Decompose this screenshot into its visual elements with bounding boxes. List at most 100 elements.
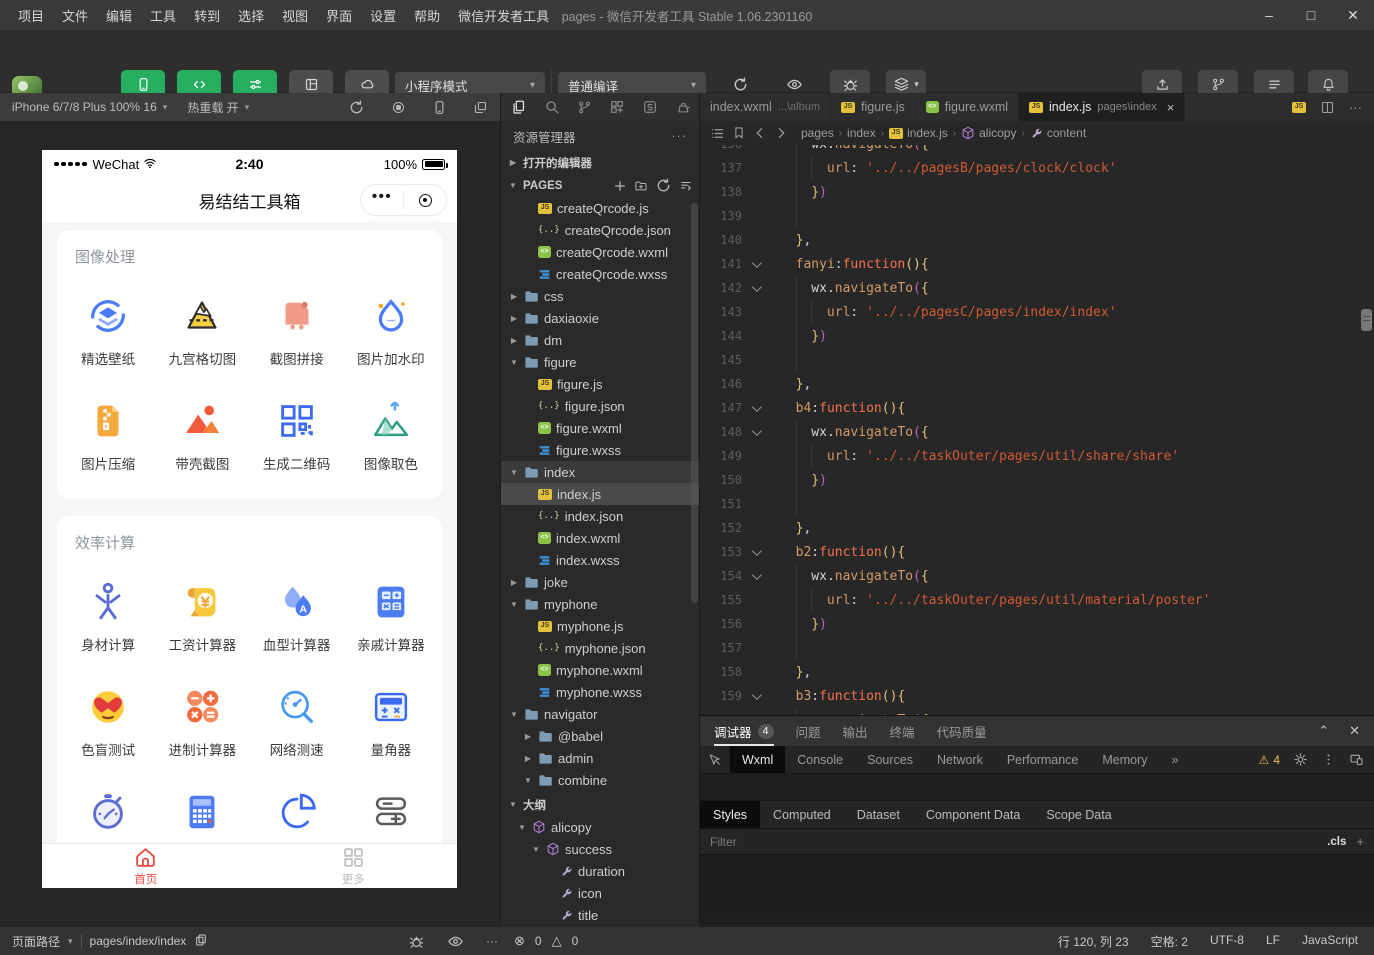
close-button[interactable]: ✕ [1332,0,1374,30]
debugger-tab-问题[interactable]: 问题 [796,716,821,746]
preview-eye-icon[interactable] [447,933,464,950]
pages-collapse-icon[interactable] [679,177,693,194]
grid-item-血型计算器[interactable]: A血型计算器 [250,561,344,666]
outline-list-icon[interactable] [710,126,725,141]
tree-item-admin[interactable]: ▶admin [501,747,699,769]
editor-tab-index.js[interactable]: JSindex.jspages\index× [1019,93,1185,121]
tree-item-createQrcode.json[interactable]: {..}createQrcode.json [501,219,699,241]
forward-icon[interactable] [774,126,788,140]
minimize-button[interactable]: – [1248,0,1290,30]
grid-item-带壳截图[interactable]: 带壳截图 [155,380,249,485]
filter-input[interactable]: Filter [710,835,1327,849]
pages-plus-icon[interactable] [613,177,627,194]
breadcrumb-item-content[interactable]: content [1030,126,1086,140]
add-rule-button[interactable]: + [1356,834,1364,849]
sim-reload-icon[interactable] [348,99,365,116]
styles-tab-Scope Data[interactable]: Scope Data [1033,801,1124,828]
grid-item-亲戚计算器[interactable]: 亲戚计算器 [344,561,438,666]
back-icon[interactable] [753,126,767,140]
editor-tab-figure.js[interactable]: JSfigure.js [831,93,916,121]
exit-miniprogram-button[interactable] [404,194,446,207]
editor-tab-index.wxml[interactable]: index.wxml...\album [700,93,831,121]
device-selector[interactable]: iPhone 6/7/8 Plus 100% 16 [12,100,157,114]
grid-item-九宫格切图[interactable]: 九宫格切图 [155,275,249,380]
outline-section[interactable]: ▼ 大纲 [501,793,699,816]
close-icon[interactable]: × [1167,100,1175,115]
outline-item-icon[interactable]: icon [501,882,699,904]
tree-item-createQrcode.wxml[interactable]: <>createQrcode.wxml [501,241,699,263]
tree-item-css[interactable]: ▶css [501,285,699,307]
menu-item-9[interactable]: 帮助 [406,2,448,29]
more-actions-icon[interactable]: ··· [672,129,688,143]
status-item-4[interactable]: JavaScript [1302,933,1358,950]
outline-item-alicopy[interactable]: ▼alicopy [501,816,699,838]
fold-chevron-icon[interactable] [746,405,764,412]
pages-newfolder-icon[interactable] [634,177,648,194]
tree-item-figure[interactable]: ▼figure [501,351,699,373]
grid-item-截图拼接[interactable]: 截图拼接 [250,275,344,380]
problem-counts[interactable]: ⊗ 0 △ 0 [514,933,578,949]
tree-item-joke[interactable]: ▶joke [501,571,699,593]
gear-icon[interactable] [1293,752,1308,767]
split-editor-icon[interactable] [1320,100,1335,115]
tree-item-myphone.wxml[interactable]: <>myphone.wxml [501,659,699,681]
devtools-tab-Memory[interactable]: Memory [1090,746,1159,773]
fold-chevron-icon[interactable] [746,429,764,436]
grid-item-进制计算器[interactable]: 进制计算器 [155,666,249,771]
styles-tab-Styles[interactable]: Styles [700,801,760,828]
menu-item-10[interactable]: 微信开发者工具 [450,2,557,29]
page-path-selector[interactable]: 页面路径 [12,933,60,950]
devtools-tab-Sources[interactable]: Sources [855,746,925,773]
breadcrumb-item-alicopy[interactable]: alicopy [961,126,1016,140]
cls-toggle[interactable]: .cls [1327,836,1346,848]
grid-item-色盲测试[interactable]: 色盲测试 [61,666,155,771]
devtools-tab-Performance[interactable]: Performance [995,746,1091,773]
warning-counter[interactable]: ⚠4 [1259,753,1280,767]
tree-item-createQrcode.wxss[interactable]: createQrcode.wxss [501,263,699,285]
menu-item-4[interactable]: 转到 [186,2,228,29]
grid-item-图像取色[interactable]: 图像取色 [344,380,438,485]
debugger-tab-调试器[interactable]: 调试器4 [714,716,774,746]
editor-tab-figure.wxml[interactable]: <>figure.wxml [916,93,1019,121]
status-item-1[interactable]: 空格: 2 [1151,933,1188,950]
activity-plugin-icon[interactable] [642,99,658,115]
devtools-tab-Console[interactable]: Console [785,746,855,773]
grid-item-全屏时钟[interactable]: 全屏时钟 [61,771,155,843]
tree-item-myphone.json[interactable]: {..}myphone.json [501,637,699,659]
outline-item-duration[interactable]: duration [501,860,699,882]
menu-item-5[interactable]: 选择 [230,2,272,29]
breadcrumb-item-pages[interactable]: pages [801,126,834,140]
menu-item-0[interactable]: 项目 [10,2,52,29]
fold-chevron-icon[interactable] [746,693,764,700]
breadcrumb-item-index[interactable]: index [847,126,876,140]
menu-item-8[interactable]: 设置 [362,2,404,29]
debugger-tab-输出[interactable]: 输出 [843,716,868,746]
tree-item-myphone[interactable]: ▼myphone [501,593,699,615]
activity-blocks-icon[interactable] [609,99,625,115]
menu-item-2[interactable]: 编辑 [98,2,140,29]
tree-item-index.wxml[interactable]: <>index.wxml [501,527,699,549]
tree-item-navigator[interactable]: ▼navigator [501,703,699,725]
tree-item-index[interactable]: ▼index [501,461,699,483]
styles-tab-Component Data[interactable]: Component Data [913,801,1034,828]
pages-section[interactable]: ▼ PAGES [501,174,699,197]
outline-item-title[interactable]: title [501,904,699,926]
tree-item-myphone.wxss[interactable]: myphone.wxss [501,681,699,703]
status-item-0[interactable]: 行 120, 列 23 [1058,933,1129,950]
devtools-overflow[interactable]: » [1160,746,1191,773]
grid-item-图片压缩[interactable]: 图片压缩 [61,380,155,485]
grid-item-网络测速[interactable]: 网络测速 [250,666,344,771]
tree-item-createQrcode.js[interactable]: JScreateQrcode.js [501,197,699,219]
vconsole-bug-icon[interactable] [408,933,425,950]
grid-item-身材计算[interactable]: 身材计算 [61,561,155,666]
sim-stoprec-icon[interactable] [391,99,406,116]
menu-item-1[interactable]: 文件 [54,2,96,29]
grid-item-工资计算器[interactable]: 工资计算器 [155,561,249,666]
device-toolbar-icon[interactable] [1349,752,1364,767]
grid-item-量角器[interactable]: 量角器 [344,666,438,771]
grid-item-精选壁纸[interactable]: 精选壁纸 [61,275,155,380]
tree-item-index.wxss[interactable]: index.wxss [501,549,699,571]
tree-item-figure.js[interactable]: JSfigure.js [501,373,699,395]
devtools-tab-Wxml[interactable]: Wxml [730,746,785,773]
activity-search-icon[interactable] [544,99,560,115]
